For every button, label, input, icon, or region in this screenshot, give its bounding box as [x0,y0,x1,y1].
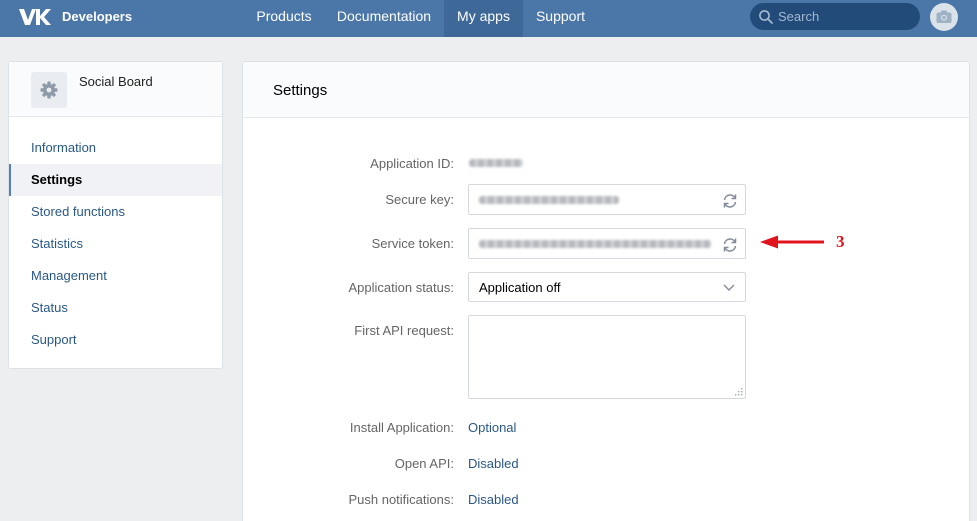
secure-key-label: Secure key: [385,192,454,207]
gear-icon [40,81,58,99]
camera-icon [936,10,952,23]
nav-documentation[interactable]: Documentation [329,0,439,37]
annotation-number: 3 [836,232,845,251]
service-token-label: Service token: [371,236,454,251]
search-icon [759,10,773,24]
vk-logo-icon[interactable] [17,6,53,28]
sidebar-item-status[interactable]: Status [9,292,222,324]
install-application-value[interactable]: Optional [468,420,516,435]
secure-key-value [479,196,619,204]
app-header: Social Board [9,62,222,117]
application-status-select[interactable]: Application off [468,272,746,302]
push-notifications-value[interactable]: Disabled [468,492,519,507]
secure-key-field[interactable] [468,184,746,215]
sidebar-item-stored-functions[interactable]: Stored functions [9,196,222,228]
application-id-value [469,159,523,167]
sidebar-item-management[interactable]: Management [9,260,222,292]
nav-my-apps[interactable]: My apps [444,0,523,37]
refresh-icon[interactable] [721,192,739,210]
service-token-value [479,240,711,248]
app-sidebar: Social Board Information Settings Stored… [8,61,223,369]
install-application-label: Install Application: [349,420,454,435]
application-status-value: Application off [479,280,561,295]
nav-products[interactable]: Products [244,0,324,37]
resize-handle-icon[interactable] [735,388,743,396]
open-api-value[interactable]: Disabled [468,456,519,471]
app-icon[interactable] [31,72,67,108]
sidebar-item-information[interactable]: Information [9,132,222,164]
service-token-field[interactable] [468,228,746,259]
app-name[interactable]: Social Board [79,74,153,89]
search-input[interactable]: Search [750,3,920,30]
first-api-request-label: First API request: [354,323,454,338]
sidebar-item-statistics[interactable]: Statistics [9,228,222,260]
page-title: Settings [273,82,328,99]
brand-title[interactable]: Developers [62,9,132,24]
application-id-label: Application ID: [370,156,454,171]
first-api-request-textarea[interactable] [468,315,746,399]
sidebar-item-settings[interactable]: Settings [9,164,222,196]
push-notifications-label: Push notifications: [348,492,454,507]
application-status-label: Application status: [348,280,454,295]
sidebar-item-support[interactable]: Support [9,324,222,356]
avatar[interactable] [930,3,958,31]
settings-panel: Settings Application ID: Secure key: Ser… [242,61,970,521]
open-api-label: Open API: [394,456,454,471]
chevron-down-icon [723,284,735,291]
top-header: Developers Products Documentation My app… [0,0,977,37]
nav-support[interactable]: Support [525,0,596,37]
search-placeholder: Search [778,9,820,24]
red-arrow-icon [760,235,824,249]
settings-header: Settings [243,62,969,118]
refresh-icon[interactable] [721,236,739,254]
